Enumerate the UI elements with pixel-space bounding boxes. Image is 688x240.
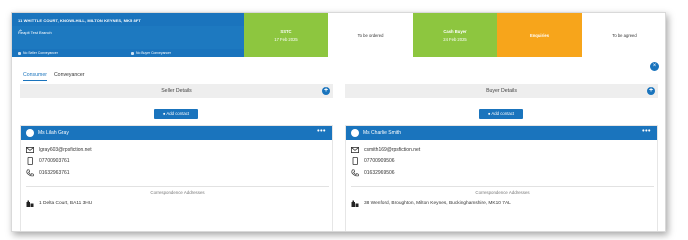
contact-phone[interactable]: 01632969506 [364, 170, 395, 176]
correspondence-address-row: 1 Delta Court, BA11 3HU [26, 200, 92, 207]
close-icon[interactable]: × [650, 62, 659, 71]
contact-mobile[interactable]: 07700903761 [39, 158, 70, 164]
contact-name: Ms Lilah Gray [38, 130, 69, 136]
conveyancer-status: No Seller Conveyancer No Buyer Conveyanc… [12, 49, 244, 57]
correspondence-address: 1 Delta Court, BA11 3HU [39, 201, 93, 206]
buyer-contact-card: Ms Charlie Smith ••• csmith169@rpsfictio… [345, 125, 658, 231]
stage-title: To be agreed [612, 32, 637, 38]
seller-details-header: Seller Details + [20, 84, 333, 98]
contact-mobile[interactable]: 07700909506 [364, 158, 395, 164]
progression-window: 11 WHITTLE COURT, KNOWLHILL, MILTON KEYN… [11, 12, 666, 232]
phone-icon [351, 169, 359, 177]
stage-enquiries[interactable]: Enquiries [497, 13, 582, 57]
more-options-icon[interactable]: ••• [642, 128, 651, 135]
stage-title: Cash Buyer [443, 28, 467, 34]
contact-card-header[interactable]: Ms Lilah Gray ••• [21, 126, 332, 140]
tab-consumer[interactable]: Consumer [23, 72, 47, 81]
chevron-up-icon[interactable]: ⌃ [18, 29, 238, 36]
seller-details-title: Seller Details [161, 88, 192, 94]
stage-date: 24 Feb 2025 [443, 36, 467, 42]
avatar-icon [26, 129, 34, 137]
contact-email-row: lgray603@rpsfiction.net [26, 147, 92, 153]
stage-to-be-agreed[interactable]: To be agreed [582, 13, 665, 57]
property-address: 11 WHITTLE COURT, KNOWLHILL, MILTON KEYN… [18, 18, 141, 23]
stage-sstc[interactable]: SSTC 17 Feb 2025 [244, 13, 328, 57]
buyer-add-contact-button[interactable]: ● Add contact [479, 109, 523, 119]
seller-conveyancer: No Seller Conveyancer [18, 51, 58, 55]
contact-email-row: csmith169@rpsfiction.net [351, 147, 420, 153]
phone-icon [26, 169, 34, 177]
mobile-icon [27, 157, 33, 165]
contact-card-header[interactable]: Ms Charlie Smith ••• [346, 126, 657, 140]
stage-title: Enquiries [529, 32, 550, 38]
branch-selector[interactable]: Reapit Test Branch ⌃ [12, 26, 244, 49]
stage-title: SSTC [280, 28, 292, 34]
status-bar: 11 WHITTLE COURT, KNOWLHILL, MILTON KEYN… [12, 13, 665, 57]
contact-phone-row: 01632963761 [26, 169, 70, 177]
building-icon [131, 51, 134, 55]
stage-to-be-ordered[interactable]: To be ordered [328, 13, 413, 57]
buyer-details-header: Buyer Details + [345, 84, 658, 98]
contact-phone[interactable]: 01632963761 [39, 170, 70, 176]
buyer-conveyancer: No Buyer Conveyancer [131, 51, 171, 55]
correspondence-heading: Correspondence Addresses [26, 186, 329, 195]
building-icon [26, 200, 34, 207]
correspondence-heading: Correspondence Addresses [351, 186, 654, 195]
mobile-icon [352, 157, 358, 165]
correspondence-address: 38 Wenford, Broughton, Milton Keynes, Bu… [364, 201, 511, 206]
tab-conveyancer[interactable]: Conveyancer [54, 72, 85, 81]
building-icon [18, 51, 21, 55]
mail-icon [351, 147, 359, 153]
seller-contact-card: Ms Lilah Gray ••• lgray603@rpsfiction.ne… [20, 125, 333, 231]
mail-icon [26, 147, 34, 153]
contact-email[interactable]: lgray603@rpsfiction.net [39, 147, 92, 153]
contact-phone-row: 01632969506 [351, 169, 395, 177]
contact-mobile-row: 07700903761 [26, 157, 70, 165]
correspondence-address-row: 38 Wenford, Broughton, Milton Keynes, Bu… [351, 200, 511, 207]
stage-date: 17 Feb 2025 [274, 36, 298, 42]
avatar-icon [351, 129, 359, 137]
more-options-icon[interactable]: ••• [317, 128, 326, 135]
property-summary[interactable]: 11 WHITTLE COURT, KNOWLHILL, MILTON KEYN… [12, 13, 244, 57]
plus-icon[interactable]: + [647, 87, 655, 95]
stage-title: To be ordered [357, 32, 384, 38]
contact-mobile-row: 07700909506 [351, 157, 395, 165]
tab-bar: Consumer Conveyancer [23, 72, 92, 81]
plus-icon[interactable]: + [322, 87, 330, 95]
contact-name: Ms Charlie Smith [363, 130, 402, 136]
contact-email[interactable]: csmith169@rpsfiction.net [364, 147, 420, 153]
buyer-details-title: Buyer Details [486, 88, 517, 94]
seller-add-contact-button[interactable]: ● Add contact [154, 109, 198, 119]
stage-cash-buyer[interactable]: Cash Buyer 24 Feb 2025 [413, 13, 497, 57]
building-icon [351, 200, 359, 207]
